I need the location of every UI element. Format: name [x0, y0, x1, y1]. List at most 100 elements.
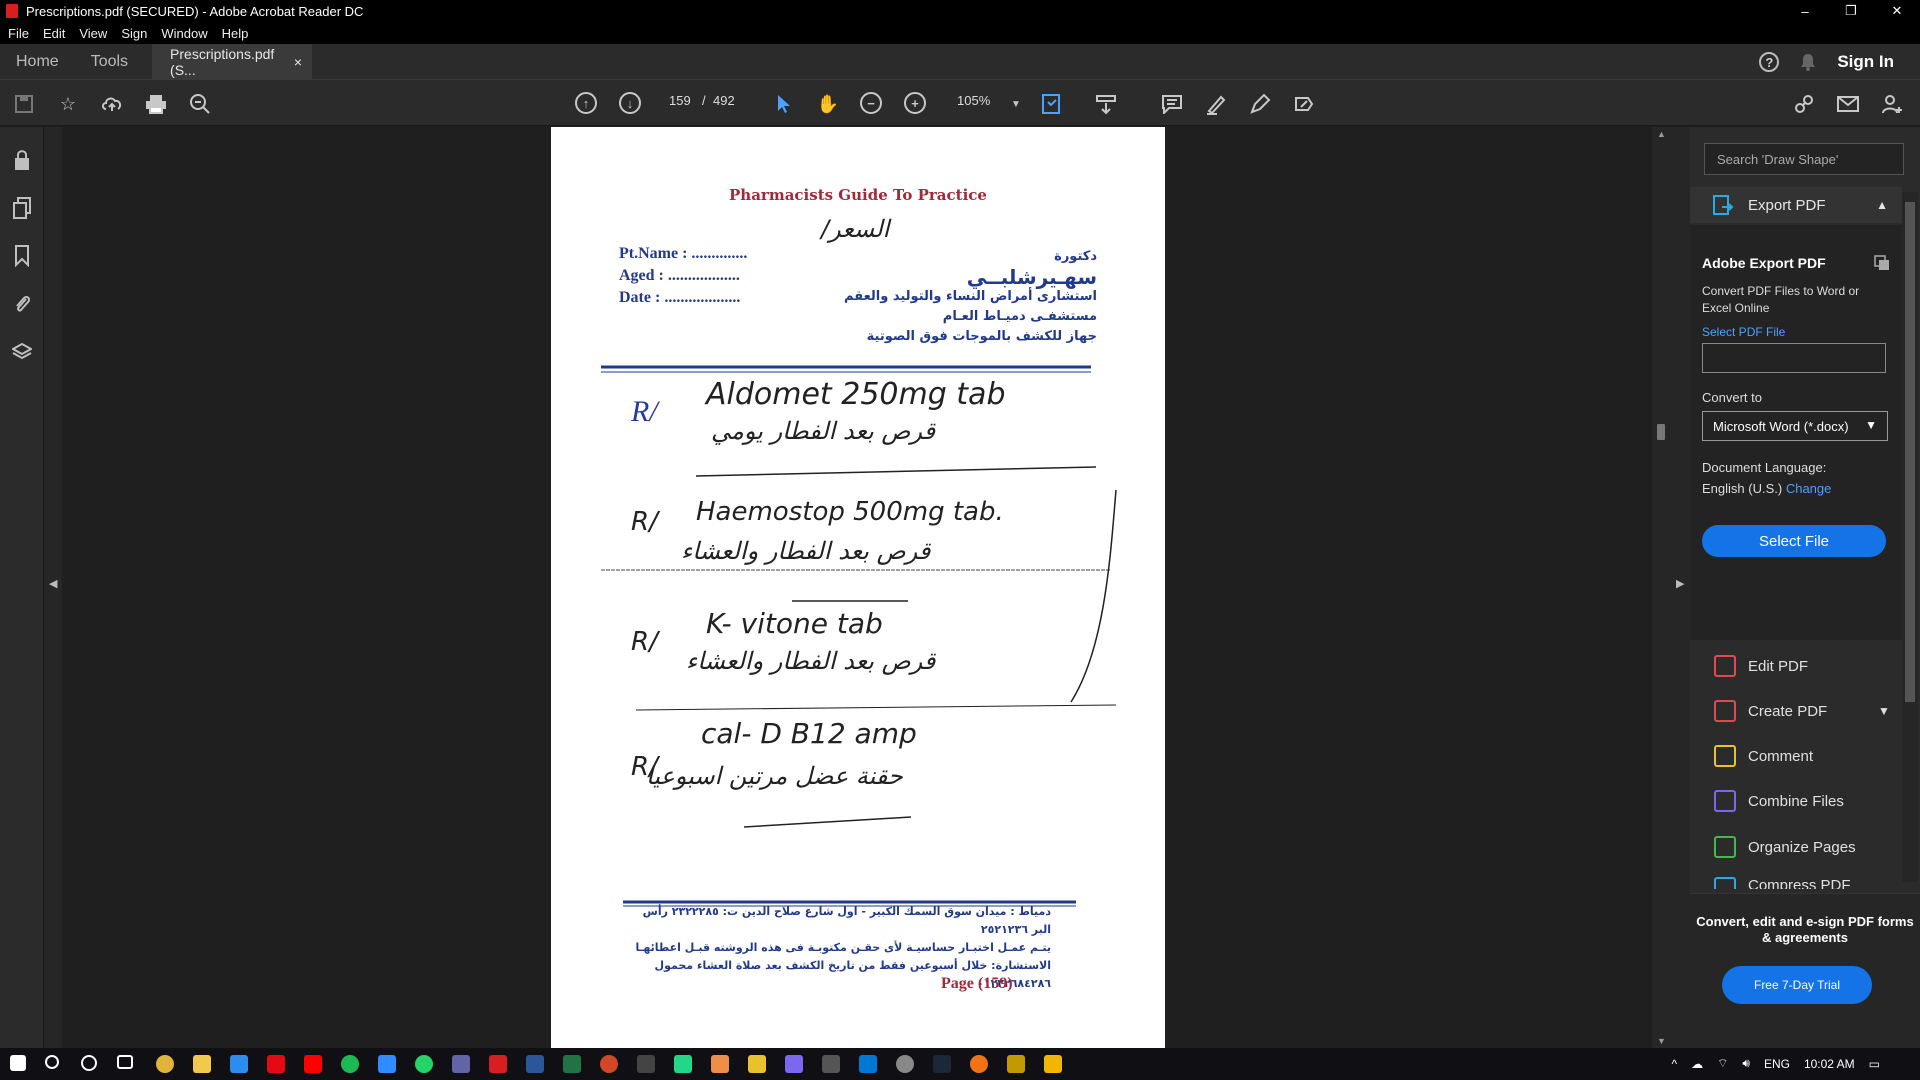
terminal-icon[interactable]: [637, 1055, 655, 1073]
youtube-icon[interactable]: [304, 1055, 322, 1073]
tools-search-input[interactable]: Search 'Draw Shape': [1704, 143, 1904, 175]
spotify-icon[interactable]: [341, 1055, 359, 1073]
close-window-button[interactable]: ✕: [1874, 0, 1920, 22]
task-view-icon[interactable]: [117, 1055, 133, 1069]
xbox-icon[interactable]: [896, 1055, 914, 1073]
calculator-icon[interactable]: [822, 1055, 840, 1073]
highlight-pen-icon[interactable]: [1204, 92, 1228, 116]
chevron-up-icon[interactable]: ▲: [1876, 198, 1888, 212]
attachment-icon[interactable]: [11, 293, 33, 315]
select-cursor-icon[interactable]: [772, 92, 796, 116]
tab-tools[interactable]: Tools: [75, 44, 144, 80]
app-icon-2[interactable]: [1044, 1055, 1062, 1073]
close-tab-button[interactable]: ×: [294, 54, 302, 70]
matlab-icon[interactable]: [711, 1055, 729, 1073]
bookmark-icon[interactable]: [11, 245, 33, 267]
wifi-icon[interactable]: ⌔: [1717, 1056, 1728, 1071]
media-icon[interactable]: [748, 1055, 766, 1073]
acrobat-taskbar-icon[interactable]: [489, 1055, 507, 1073]
scroll-thumb[interactable]: [1657, 424, 1665, 440]
export-pdf-header[interactable]: Export PDF ▲: [1690, 187, 1902, 223]
tool-organize-pages[interactable]: Organize Pages: [1714, 835, 1856, 859]
menu-window[interactable]: Window: [161, 26, 207, 41]
next-page-icon[interactable]: ↓: [619, 92, 641, 114]
select-file-button[interactable]: Select File: [1702, 525, 1886, 557]
tab-document[interactable]: Prescriptions.pdf (S... ×: [152, 43, 313, 80]
onedrive-icon[interactable]: ☁: [1691, 1057, 1703, 1071]
upload-cloud-icon[interactable]: [100, 92, 124, 116]
menu-view[interactable]: View: [79, 26, 107, 41]
search-icon[interactable]: [45, 1055, 59, 1069]
tray-chevron-icon[interactable]: ^: [1671, 1057, 1677, 1071]
menu-edit[interactable]: Edit: [43, 26, 65, 41]
layers-icon[interactable]: [11, 341, 33, 363]
fit-page-icon[interactable]: [1040, 92, 1064, 116]
save-icon[interactable]: [12, 92, 36, 116]
pdf-file-input[interactable]: [1702, 343, 1886, 373]
tool-comment[interactable]: Comment: [1714, 744, 1813, 768]
copy-icon[interactable]: [1874, 255, 1890, 271]
add-user-icon[interactable]: [1880, 92, 1904, 116]
volume-icon[interactable]: 🔊︎: [1742, 1056, 1750, 1071]
edit-shapes-icon[interactable]: [1292, 92, 1316, 116]
help-icon[interactable]: ?: [1759, 52, 1780, 72]
zoom-level-input[interactable]: 105%: [957, 93, 990, 108]
document-scrollbar[interactable]: ▲ ▼: [1652, 127, 1670, 1048]
excel-icon[interactable]: [563, 1055, 581, 1073]
clock[interactable]: 10:02 AM: [1804, 1057, 1855, 1071]
format-select[interactable]: Microsoft Word (*.docx) ▼: [1702, 411, 1888, 441]
tool-combine-files[interactable]: Combine Files: [1714, 789, 1844, 813]
notes-icon[interactable]: [785, 1055, 803, 1073]
star-icon[interactable]: ☆: [56, 92, 80, 116]
menu-file[interactable]: File: [8, 26, 29, 41]
hand-tool-icon[interactable]: ✋: [816, 92, 840, 116]
store-icon[interactable]: [859, 1055, 877, 1073]
change-language-link[interactable]: Change: [1786, 481, 1832, 496]
lock-icon[interactable]: [11, 149, 33, 171]
page-number-input[interactable]: 159: [669, 93, 691, 108]
tool-compress-pdf[interactable]: Compress PDF: [1714, 877, 1851, 889]
cortana-icon[interactable]: [81, 1055, 97, 1071]
tool-create-pdf[interactable]: Create PDF ▼: [1714, 699, 1890, 723]
bell-icon[interactable]: [1797, 51, 1819, 73]
teams-icon[interactable]: [452, 1055, 470, 1073]
notification-icon[interactable]: ▭: [1869, 1057, 1880, 1071]
file-explorer-icon[interactable]: [193, 1055, 211, 1073]
zoom-out-icon[interactable]: −: [860, 92, 882, 114]
app-icon[interactable]: [1007, 1055, 1025, 1073]
share-link-icon[interactable]: [1792, 92, 1816, 116]
chrome-icon[interactable]: [156, 1055, 174, 1073]
scroll-mode-icon[interactable]: [1094, 92, 1118, 116]
start-windows-icon[interactable]: [10, 1055, 26, 1071]
steam-icon[interactable]: [933, 1055, 951, 1073]
scroll-down-icon[interactable]: ▼: [1657, 1036, 1666, 1046]
whatsapp-icon[interactable]: [415, 1055, 433, 1073]
left-panel-toggle[interactable]: ◀: [44, 127, 62, 1048]
netflix-icon[interactable]: [267, 1055, 285, 1073]
mail-icon[interactable]: [230, 1055, 248, 1073]
previous-page-icon[interactable]: ↑: [575, 92, 597, 114]
free-trial-button[interactable]: Free 7-Day Trial: [1722, 966, 1872, 1004]
sign-in-button[interactable]: Sign In: [1837, 52, 1894, 72]
word-icon[interactable]: [526, 1055, 544, 1073]
print-icon[interactable]: [144, 92, 168, 116]
tools-scrollbar[interactable]: [1902, 192, 1918, 882]
zoom-app-icon[interactable]: [378, 1055, 396, 1073]
chevron-down-icon[interactable]: ▼: [1878, 704, 1890, 718]
origin-icon[interactable]: [970, 1055, 988, 1073]
tools-scroll-thumb[interactable]: [1905, 202, 1915, 702]
email-icon[interactable]: [1836, 92, 1860, 116]
select-pdf-link[interactable]: Select PDF File: [1702, 325, 1785, 339]
find-zoom-icon[interactable]: [188, 92, 212, 116]
page-thumbnails-icon[interactable]: [11, 197, 33, 219]
pycharm-icon[interactable]: [674, 1055, 692, 1073]
menu-help[interactable]: Help: [222, 26, 249, 41]
language-indicator[interactable]: ENG: [1764, 1057, 1790, 1071]
tab-home[interactable]: Home: [0, 44, 75, 80]
zoom-dropdown-chevron-icon[interactable]: ▼: [1004, 92, 1028, 116]
powerpoint-icon[interactable]: [600, 1055, 618, 1073]
minimize-button[interactable]: –: [1782, 0, 1828, 22]
comment-icon[interactable]: [1160, 92, 1184, 116]
scroll-up-icon[interactable]: ▲: [1657, 129, 1666, 139]
right-panel-toggle[interactable]: ▶: [1670, 127, 1690, 1048]
